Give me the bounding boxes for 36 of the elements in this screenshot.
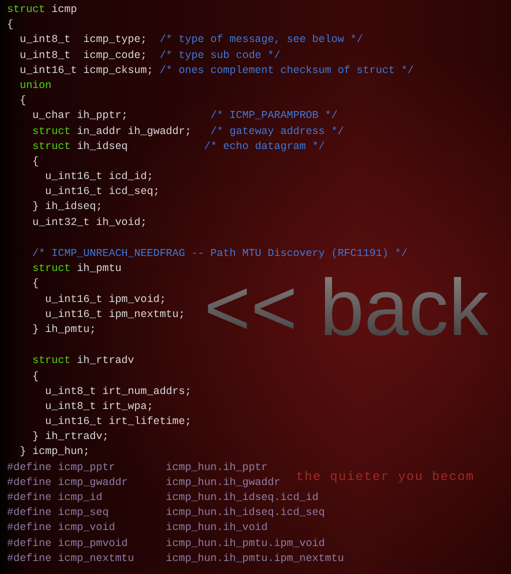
code-line: u_int8_t icmp_code; /* type sub code */ — [18, 48, 280, 64]
code-line: #define icmp_seq icmp_hun.ih_idseq.icd_seq — [7, 506, 325, 522]
code-line: u_char ih_pptr; /* ICMP_PARAMPROB */ — [31, 109, 338, 124]
code-line: union — [18, 78, 52, 94]
code-line: u_int16_t icd_seq; — [44, 185, 160, 200]
code-line: { — [18, 94, 26, 110]
code-line: } ih_pmtu; — [31, 322, 96, 338]
code-line: u_int16_t irt_lifetime; — [44, 415, 192, 430]
code-line: struct ih_idseq /* echo datagram */ — [31, 140, 325, 155]
code-line: #define icmp_pmvoid icmp_hun.ih_pmtu.ipm_void — [7, 536, 325, 552]
code-line: u_int8_t irt_wpa; — [44, 400, 154, 415]
code-line: #define icmp_void icmp_hun.ih_void — [7, 521, 268, 536]
code-line: u_int8_t irt_num_addrs; — [44, 384, 192, 400]
code-line: { — [7, 18, 14, 34]
code-line: #define icmp_nextmtu icmp_hun.ih_pmtu.ipm_nextmtu — [7, 552, 344, 567]
code-line: u_int16_t ipm_nextmtu; — [44, 308, 186, 323]
code-line: /* ICMP_UNREACH_NEEDFRAG -- Path MTU Discovery (RFC1191) */ — [31, 247, 408, 262]
code-line: #define icmp_id icmp_hun.ih_idseq.icd_id — [7, 491, 319, 506]
code-line: #define icmp_pptr icmp_hun.ih_pptr — [7, 460, 268, 476]
code-line: u_int16_t icmp_cksum; /* ones complement checksum of struct */ — [18, 64, 414, 79]
code-line: { — [31, 370, 39, 384]
code-line: u_int32_t ih_void; — [31, 216, 147, 231]
code-line: } ih_rtradv; — [31, 430, 109, 446]
code-line: u_int8_t icmp_type; /* type of message, see below */ — [18, 33, 364, 48]
code-line: struct icmp — [7, 3, 77, 18]
code-line: } icmp_hun; — [18, 445, 90, 460]
code-line: #define icmp_gwaddr icmp_hun.ih_gwaddr — [7, 476, 280, 491]
code-line: struct in_addr ih_gwaddr; /* gateway address */ — [31, 124, 344, 140]
tagline: the quieter you becom — [296, 470, 475, 484]
code-line: } ih_idseq; — [31, 200, 102, 216]
code-line: { — [31, 277, 39, 292]
code-line: u_int16_t ipm_void; — [44, 292, 166, 308]
code-line: { — [31, 154, 39, 170]
code-line: u_int16_t icd_id; — [44, 170, 154, 186]
code-line: struct ih_pmtu — [31, 262, 122, 278]
code-line: struct ih_rtradv — [31, 354, 134, 370]
